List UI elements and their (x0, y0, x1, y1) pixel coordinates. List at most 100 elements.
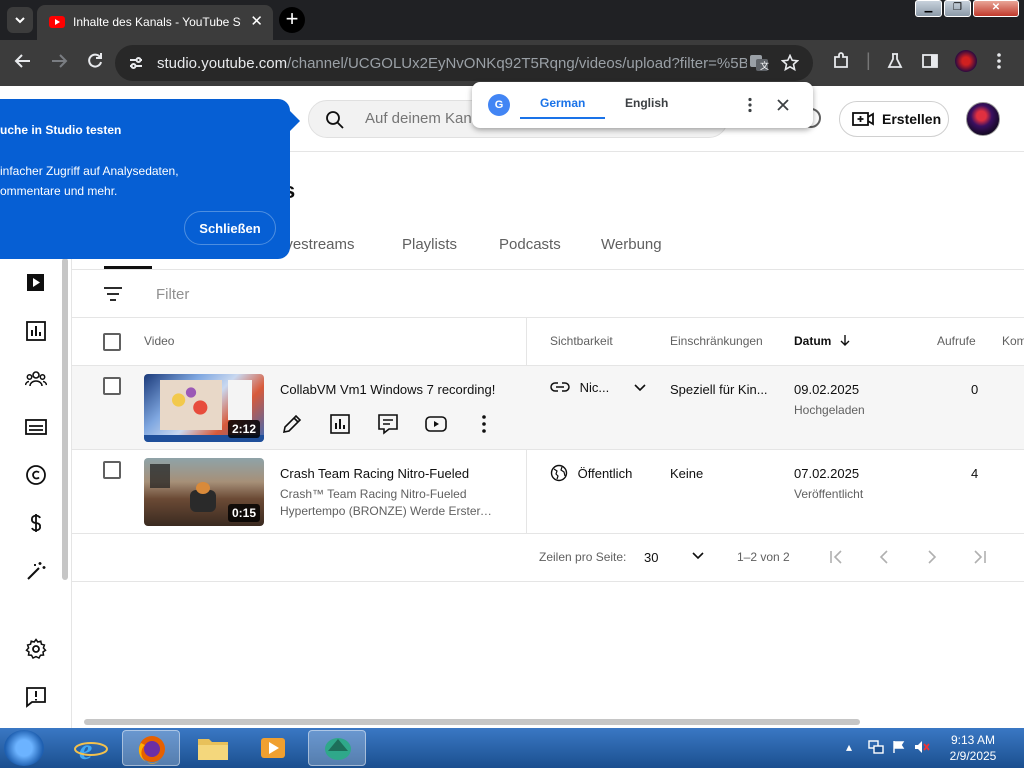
more-options-icon[interactable] (472, 412, 496, 436)
target-language-tab[interactable]: English (625, 96, 668, 110)
monetization-icon[interactable] (25, 512, 47, 534)
rows-per-page-select[interactable]: 30 (644, 550, 658, 565)
address-bar[interactable]: studio.youtube.com/channel/UCGOLUx2EyNvO… (115, 45, 813, 81)
comments-icon[interactable] (376, 412, 400, 436)
video-title[interactable]: Crash Team Racing Nitro-Fueled (280, 466, 469, 481)
collabvm-app-icon[interactable] (308, 730, 366, 766)
community-icon[interactable] (24, 368, 48, 390)
network-icon[interactable] (868, 740, 884, 757)
tab-close-icon[interactable]: ✕ (250, 13, 263, 31)
language-tab-indicator (520, 117, 605, 119)
tab-livestreams[interactable]: ivestreams (282, 236, 355, 253)
first-page-icon[interactable] (828, 550, 844, 567)
analytics-bar-icon[interactable] (328, 412, 352, 436)
video-title[interactable]: CollabVM Vm1 Windows 7 recording! (280, 382, 495, 397)
tab-promotions[interactable]: Werbung (601, 236, 662, 253)
edit-pencil-icon[interactable] (280, 412, 304, 436)
analytics-icon[interactable] (25, 320, 47, 342)
minimize-button[interactable]: ▁ (915, 0, 942, 17)
back-arrow-icon[interactable] (14, 52, 32, 74)
row-actions (280, 412, 496, 436)
visibility-cell[interactable]: Nic... (550, 380, 647, 396)
reload-icon[interactable] (86, 52, 104, 74)
video-duration: 0:15 (227, 504, 260, 522)
feedback-icon[interactable] (25, 686, 47, 708)
profile-avatar-icon[interactable] (955, 50, 977, 72)
table-row[interactable]: 0:15 Crash Team Racing Nitro-Fueled Cras… (72, 450, 1024, 534)
translate-bubble: G German English (472, 82, 813, 128)
select-all-checkbox[interactable] (103, 333, 121, 351)
pagination-bar: Zeilen pro Seite: 30 1–2 von 2 (72, 534, 1024, 582)
window-close-button[interactable]: ✕ (973, 0, 1019, 17)
system-clock[interactable]: 9:13 AM 2/9/2025 (938, 732, 1008, 764)
extensions-icon[interactable] (832, 52, 850, 74)
column-date[interactable]: Datum (794, 334, 851, 349)
tab-search-button[interactable] (7, 7, 33, 33)
popup-title: uche in Studio testen (0, 123, 122, 137)
video-thumbnail[interactable]: 0:15 (144, 458, 264, 526)
video-add-icon (852, 110, 874, 128)
date-status: Hochgeladen (794, 403, 865, 417)
search-icon (325, 110, 345, 135)
table-row[interactable]: 2:12 CollabVM Vm1 Windows 7 recording! N… (72, 366, 1024, 450)
filter-input[interactable]: Filter (156, 286, 189, 303)
translate-options-icon[interactable] (747, 97, 753, 118)
filter-icon[interactable] (103, 286, 123, 307)
bookmark-star-icon[interactable] (780, 53, 800, 76)
table-header: Video Sichtbarkeit Einschränkungen Datum… (72, 318, 1024, 366)
visibility-dropdown-icon[interactable] (633, 381, 647, 396)
source-language-tab[interactable]: German (540, 96, 585, 110)
subtitles-icon[interactable] (25, 416, 47, 438)
left-navigation-rail (0, 258, 72, 728)
popup-close-button[interactable]: Schließen (184, 211, 276, 245)
windows-taskbar: e ▴ 9:13 AM 2/9/2025 (0, 728, 1024, 768)
tab-podcasts[interactable]: Podcasts (499, 236, 561, 253)
date-cell: 07.02.2025 (794, 466, 860, 481)
rail-scrollbar[interactable] (62, 258, 68, 580)
side-panel-icon[interactable] (921, 52, 939, 74)
horizontal-scrollbar[interactable] (84, 719, 860, 725)
account-avatar[interactable] (966, 102, 1000, 136)
row-checkbox[interactable] (103, 377, 121, 395)
column-views: Aufrufe (937, 334, 976, 348)
new-tab-button[interactable]: + (279, 7, 305, 33)
link-icon (550, 381, 570, 396)
browser-tab-active[interactable]: Inhalte des Kanals - YouTube Studio ✕ (37, 5, 273, 40)
youtube-favicon-icon (49, 16, 65, 28)
rows-per-page-label: Zeilen pro Seite: (539, 550, 627, 564)
content-icon[interactable] (25, 272, 47, 294)
next-page-icon[interactable] (926, 550, 938, 567)
maximize-button[interactable]: ❐ (944, 0, 971, 17)
video-description: Crash™ Team Racing Nitro-Fueled Hypertem… (280, 487, 492, 518)
visibility-cell[interactable]: Öffentlich (550, 464, 632, 485)
video-thumbnail[interactable]: 2:12 (144, 374, 264, 442)
browser-menu-icon[interactable] (996, 52, 1002, 74)
firefox-icon[interactable] (122, 730, 180, 766)
internet-explorer-icon[interactable]: e (62, 730, 120, 766)
media-player-icon[interactable] (244, 730, 302, 766)
settings-gear-icon[interactable] (25, 638, 47, 660)
site-info-icon[interactable] (127, 54, 145, 76)
row-checkbox[interactable] (103, 461, 121, 479)
file-explorer-icon[interactable] (184, 730, 242, 766)
rows-per-page-dropdown-icon[interactable] (691, 550, 705, 564)
sort-arrow-down-icon (839, 334, 851, 349)
previous-page-icon[interactable] (878, 550, 890, 567)
last-page-icon[interactable] (972, 550, 988, 567)
labs-flask-icon[interactable] (886, 52, 904, 74)
show-hidden-icons[interactable]: ▴ (846, 740, 852, 754)
forward-arrow-icon[interactable] (50, 52, 68, 74)
translate-close-icon[interactable] (777, 98, 789, 116)
translate-page-icon[interactable]: 文 (749, 54, 769, 76)
clock-date: 2/9/2025 (949, 749, 997, 763)
tab-playlists[interactable]: Playlists (402, 236, 457, 253)
start-button[interactable] (4, 730, 44, 766)
create-button[interactable]: Erstellen (839, 101, 949, 137)
filter-bar: Filter (72, 270, 1024, 318)
create-label: Erstellen (882, 111, 942, 127)
action-center-flag-icon[interactable] (892, 740, 906, 757)
copyright-icon[interactable] (25, 464, 47, 486)
volume-muted-icon[interactable] (914, 740, 930, 757)
customization-wand-icon[interactable] (25, 560, 47, 582)
youtube-play-icon[interactable] (424, 412, 448, 436)
